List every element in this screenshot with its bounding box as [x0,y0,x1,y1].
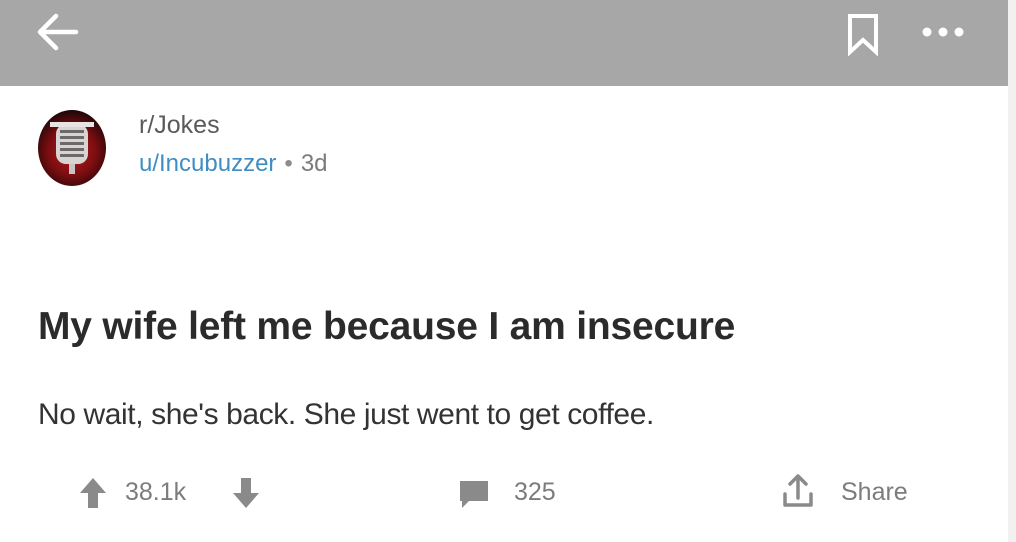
upvote-arrow-icon [80,478,106,508]
microphone-icon [50,122,94,174]
share-button[interactable]: Share [776,472,936,514]
bookmark-button[interactable] [842,10,886,57]
post-age: 3d [300,150,328,177]
back-button[interactable] [30,10,82,56]
share-upload-icon [783,474,813,507]
comment-bubble-icon [460,481,488,508]
meta-separator: • [284,150,293,177]
subreddit-name[interactable]: r/Jokes [139,111,220,140]
more-horizontal-icon [922,27,964,37]
comment-count: 325 [514,478,556,506]
more-options-button[interactable] [914,12,972,52]
downvote-button[interactable] [231,476,261,510]
arrow-left-icon [37,13,79,51]
subreddit-avatar[interactable] [38,110,106,186]
comments-button[interactable]: 325 [452,476,582,512]
share-label: Share [841,478,908,506]
right-edge-shade [1008,0,1016,542]
top-app-bar [0,0,1016,86]
bookmark-icon [848,14,878,57]
post-meta: u/Incubuzzer • 3d [139,150,328,178]
post-body: No wait, she's back. She just went to ge… [38,398,654,431]
downvote-arrow-icon [233,478,259,508]
post-title[interactable]: My wife left me because I am insecure [38,305,735,349]
author-link[interactable]: u/Incubuzzer [139,150,276,177]
post-action-bar: 38.1k 325 Share [0,470,1016,516]
vote-score: 38.1k [125,478,187,506]
upvote-button[interactable] [78,476,108,510]
